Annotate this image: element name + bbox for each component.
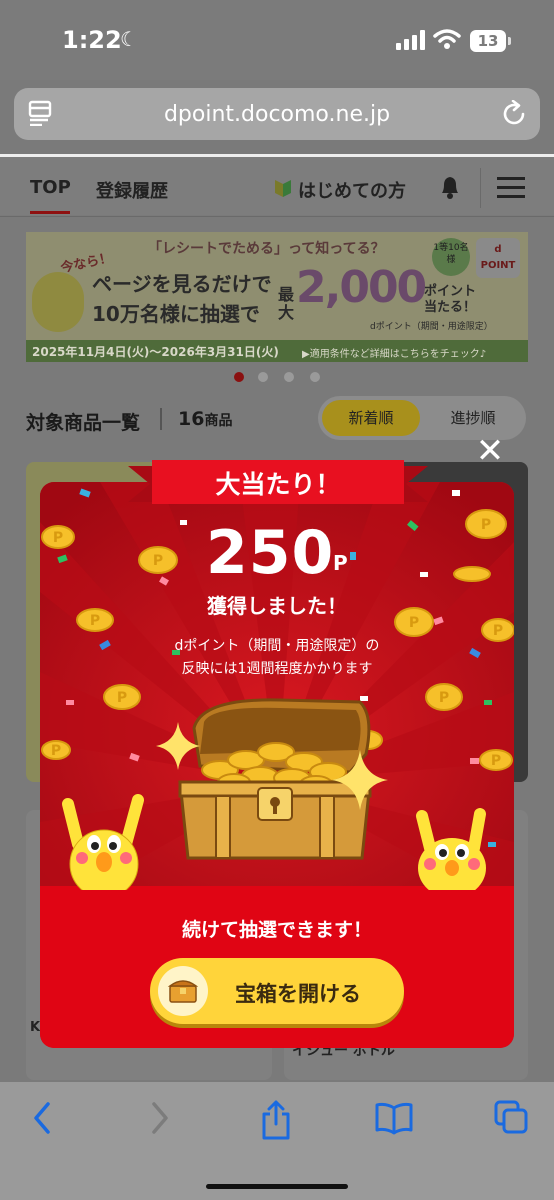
tabs-icon[interactable] <box>494 1100 530 1138</box>
mascot-character <box>416 808 486 890</box>
banner-amount: 2,000 <box>296 262 427 313</box>
sparkle-icon <box>156 722 200 770</box>
nav-divider-vertical <box>480 168 481 208</box>
reload-icon[interactable] <box>502 100 528 128</box>
wifi-icon <box>433 29 461 49</box>
carousel-dot-active[interactable] <box>234 372 244 382</box>
product-card-edge-text: K <box>30 1020 41 1035</box>
product-count: 16商品 <box>178 408 233 430</box>
obtained-message: 獲得しました！ <box>207 594 347 618</box>
bookmarks-icon[interactable] <box>374 1100 414 1136</box>
svg-text:P: P <box>117 690 127 706</box>
nav-bottom-divider <box>0 216 554 217</box>
jackpot-title: 大当たり！ <box>215 470 341 499</box>
tab-top-underline <box>30 211 70 214</box>
coin-icon: P <box>425 683 463 711</box>
product-list-title: 対象商品一覧 <box>26 412 141 434</box>
sort-newest-button[interactable]: 新着順 <box>322 400 420 436</box>
battery-indicator: 13 <box>470 30 506 52</box>
banner-max-label: 最大 <box>278 285 295 322</box>
svg-text:P: P <box>153 553 163 569</box>
cellular-signal-icon <box>396 30 425 50</box>
banner-headline: 「レシートでためる」って知ってる？ <box>148 241 385 257</box>
back-icon[interactable] <box>30 1100 54 1136</box>
points-awarded: 250 <box>206 518 335 588</box>
banner-line2: 10万名様に抽選で <box>92 302 260 326</box>
open-treasure-button-label[interactable]: 宝箱を開ける <box>208 978 388 1008</box>
bell-icon[interactable] <box>438 174 462 200</box>
carousel-dot[interactable] <box>284 372 294 382</box>
sort-progress-button[interactable]: 進捗順 <box>424 400 522 436</box>
coin-icon: P <box>103 684 141 710</box>
coin-icon <box>453 566 491 582</box>
tab-top[interactable]: TOP <box>30 177 71 198</box>
hamburger-menu-icon[interactable] <box>497 176 525 200</box>
tab-history[interactable]: 登録履歴 <box>96 177 168 203</box>
home-indicator <box>206 1184 348 1189</box>
tab-beginners[interactable]: はじめての方 <box>298 177 406 203</box>
coin-icon: P <box>479 749 513 771</box>
banner-period: 2025年11月4日(火)〜2026年3月31日(火) <box>32 345 279 359</box>
mascot-image <box>32 272 84 332</box>
beginner-mark-icon <box>275 180 291 197</box>
svg-text:P: P <box>439 690 449 706</box>
battery-tip <box>508 37 511 45</box>
banner-winners-badge: 1等10名様 <box>432 238 470 276</box>
dpoint-logo: d POINT <box>476 238 520 278</box>
coin-icon: P <box>41 525 75 549</box>
continue-message: 続けて抽選できます！ <box>181 919 372 941</box>
close-icon[interactable]: ✕ <box>474 434 506 468</box>
banner-details-link[interactable]: ▶適用条件など詳細はこちらをチェック♪ <box>302 345 486 360</box>
banner-amount-unit: ポイント当たる！ <box>424 284 477 315</box>
carousel-dot[interactable] <box>310 372 320 382</box>
coin-icon: P <box>465 509 507 539</box>
url-text[interactable]: dpoint.docomo.ne.jp <box>0 102 554 127</box>
coin-icon: P <box>41 740 71 760</box>
svg-text:P: P <box>481 517 491 533</box>
title-separator <box>160 408 162 430</box>
svg-text:P: P <box>51 743 61 759</box>
carousel-dot[interactable] <box>258 372 268 382</box>
treasure-chest-icon <box>158 966 208 1016</box>
coin-icon: P <box>138 546 178 574</box>
forward-icon[interactable] <box>148 1100 172 1136</box>
moon-icon: ☾ <box>120 27 138 51</box>
banner-line1: ページを見るだけで <box>92 272 272 296</box>
dpoint-note-line1: dポイント（期間・用途限定）の <box>174 638 380 654</box>
status-time: 1:22 <box>62 26 122 54</box>
banner-dpoint-note: dポイント（期間・用途限定） <box>370 322 493 332</box>
share-icon[interactable] <box>260 1100 292 1140</box>
sparkle-icon <box>332 750 388 810</box>
mascot-character <box>62 794 144 890</box>
points-unit: P <box>333 551 348 575</box>
dpoint-note-line2: 反映には1週間程度かかります <box>181 661 373 677</box>
svg-text:P: P <box>491 753 501 769</box>
svg-text:P: P <box>53 530 63 546</box>
